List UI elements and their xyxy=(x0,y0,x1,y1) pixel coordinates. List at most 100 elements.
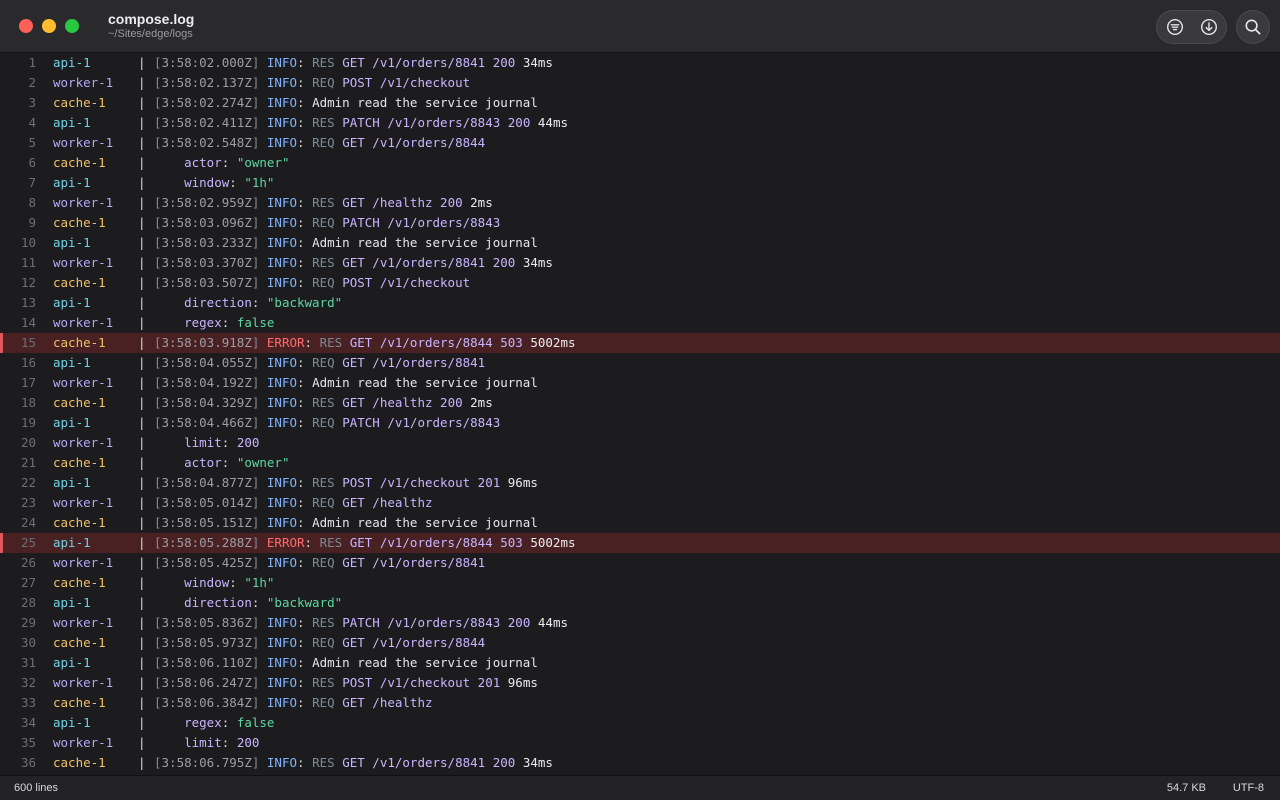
line-number: 26 xyxy=(20,555,36,570)
duration: 2ms xyxy=(470,195,493,210)
log-line[interactable]: 24 cache-1 | [3:58:05.151Z] INFO: Admin rea… xyxy=(0,513,1280,533)
line-number: 19 xyxy=(20,415,36,430)
minimize-window-button[interactable] xyxy=(42,19,56,33)
request-path: /v1/checkout xyxy=(379,475,471,490)
status-code: 201 xyxy=(477,475,501,490)
log-line[interactable]: 2 worker-1 | [3:58:02.137Z] INFO: REQ POST … xyxy=(0,73,1280,93)
separator: | xyxy=(138,595,146,610)
field-key: window xyxy=(184,175,230,190)
log-line[interactable]: 31 api-1 | [3:58:06.110Z] INFO: Admin read … xyxy=(0,653,1280,673)
log-line[interactable]: 27 cache-1 | window: "1h" xyxy=(0,573,1280,593)
log-level: INFO xyxy=(266,195,298,210)
request-path: /v1/orders/8844 xyxy=(372,635,486,650)
log-text: Admin read the service journal xyxy=(312,655,538,670)
log-line[interactable]: 18 cache-1 | [3:58:04.329Z] INFO: RES GET /… xyxy=(0,393,1280,413)
log-line[interactable]: 10 api-1 | [3:58:03.233Z] INFO: Admin read … xyxy=(0,233,1280,253)
log-line[interactable]: 4 api-1 | [3:58:02.411Z] INFO: RES PATCH /v… xyxy=(0,113,1280,133)
log-line[interactable]: 3 cache-1 | [3:58:02.274Z] INFO: Admin read… xyxy=(0,93,1280,113)
log-line[interactable]: 6 cache-1 | actor: "owner" xyxy=(0,153,1280,173)
bracket: ] xyxy=(251,275,260,290)
separator: | xyxy=(138,675,146,690)
http-method: GET xyxy=(349,335,373,350)
log-line[interactable]: 9 cache-1 | [3:58:03.096Z] INFO: REQ PATCH … xyxy=(0,213,1280,233)
log-level: INFO xyxy=(266,635,298,650)
field-value: 200 xyxy=(236,735,260,750)
log-line[interactable]: 14 worker-1 | regex: false xyxy=(0,313,1280,333)
bracket: [ xyxy=(154,615,162,630)
line-number: 34 xyxy=(20,715,36,730)
line-number: 10 xyxy=(20,235,36,250)
field-key: window xyxy=(184,575,230,590)
log-message: [3:58:02.137Z] INFO: REQ POST /v1/checko… xyxy=(154,75,471,90)
log-line[interactable]: 23 worker-1 | [3:58:05.014Z] INFO: REQ GET … xyxy=(0,493,1280,513)
request-path: /v1/checkout xyxy=(379,675,471,690)
service-name: api-1 xyxy=(53,295,91,310)
log-line[interactable]: 17 worker-1 | [3:58:04.192Z] INFO: Admin re… xyxy=(0,373,1280,393)
service-name: api-1 xyxy=(53,715,91,730)
request-path: /v1/orders/8843 xyxy=(387,615,501,630)
line-number: 6 xyxy=(28,155,36,170)
maximize-window-button[interactable] xyxy=(65,19,79,33)
separator: | xyxy=(138,615,146,630)
event-type: REQ xyxy=(312,75,335,90)
log-line[interactable]: 12 cache-1 | [3:58:03.507Z] INFO: REQ POST … xyxy=(0,273,1280,293)
request-path: /v1/orders/8844 xyxy=(372,135,486,150)
close-window-button[interactable] xyxy=(19,19,33,33)
log-line[interactable]: 8 worker-1 | [3:58:02.959Z] INFO: RES GET /… xyxy=(0,193,1280,213)
service-name: api-1 xyxy=(53,55,91,70)
field-value: "owner" xyxy=(236,455,290,470)
log-line[interactable]: 11 worker-1 | [3:58:03.370Z] INFO: RES GET … xyxy=(0,253,1280,273)
bracket: [ xyxy=(154,395,162,410)
log-message: [3:58:05.973Z] INFO: REQ GET /v1/orders/… xyxy=(154,635,486,650)
separator: | xyxy=(138,475,146,490)
log-line[interactable]: 26 worker-1 | [3:58:05.425Z] INFO: REQ GET … xyxy=(0,553,1280,573)
log-line[interactable]: 1 api-1 | [3:58:02.000Z] INFO: RES GET /v1/… xyxy=(0,53,1280,73)
log-line[interactable]: 20 worker-1 | limit: 200 xyxy=(0,433,1280,453)
log-line[interactable]: 21 cache-1 | actor: "owner" xyxy=(0,453,1280,473)
log-line[interactable]: 5 worker-1 | [3:58:02.548Z] INFO: REQ GET /… xyxy=(0,133,1280,153)
line-number: 23 xyxy=(20,495,36,510)
log-message: [3:58:03.507Z] INFO: REQ POST /v1/checko… xyxy=(154,275,471,290)
request-path: /v1/checkout xyxy=(379,275,471,290)
event-type: REQ xyxy=(312,135,335,150)
field-key: actor xyxy=(184,455,222,470)
bracket: [ xyxy=(154,375,162,390)
search-icon xyxy=(1245,19,1261,35)
log-level: INFO xyxy=(266,75,298,90)
log-line[interactable]: 16 api-1 | [3:58:04.055Z] INFO: REQ GET /v1… xyxy=(0,353,1280,373)
field-value: false xyxy=(236,315,275,330)
filter-button[interactable] xyxy=(1158,11,1192,43)
log-line-error[interactable]: 25 api-1 | [3:58:05.288Z] ERROR: RES GET /v… xyxy=(0,533,1280,553)
log-line[interactable]: 36 cache-1 | [3:58:06.795Z] INFO: RES GET /… xyxy=(0,753,1280,773)
log-message: direction: "backward" xyxy=(184,295,343,310)
duration: 34ms xyxy=(522,755,553,770)
log-level: INFO xyxy=(266,675,298,690)
log-line[interactable]: 22 api-1 | [3:58:04.877Z] INFO: RES POST /v… xyxy=(0,473,1280,493)
log-line[interactable]: 35 worker-1 | limit: 200 xyxy=(0,733,1280,753)
log-viewer[interactable]: 1 api-1 | [3:58:02.000Z] INFO: RES GET /v1/… xyxy=(0,53,1280,775)
log-level: INFO xyxy=(266,275,298,290)
log-line[interactable]: 7 api-1 | window: "1h" xyxy=(0,173,1280,193)
log-line[interactable]: 13 api-1 | direction: "backward" xyxy=(0,293,1280,313)
service-name: api-1 xyxy=(53,595,91,610)
line-number: 4 xyxy=(28,115,36,130)
service-name: worker-1 xyxy=(53,255,114,270)
log-line[interactable]: 19 api-1 | [3:58:04.466Z] INFO: REQ PATCH /… xyxy=(0,413,1280,433)
log-line[interactable]: 33 cache-1 | [3:58:06.384Z] INFO: REQ GET /… xyxy=(0,693,1280,713)
log-line[interactable]: 34 api-1 | regex: false xyxy=(0,713,1280,733)
log-line-error[interactable]: 15 cache-1 | [3:58:03.918Z] ERROR: RES GET … xyxy=(0,333,1280,353)
log-line[interactable]: 29 worker-1 | [3:58:05.836Z] INFO: RES PATC… xyxy=(0,613,1280,633)
timestamp: 3:58:04.877Z xyxy=(161,475,252,490)
log-message: [3:58:02.000Z] INFO: RES GET /v1/orders/… xyxy=(154,55,553,70)
log-line[interactable]: 30 cache-1 | [3:58:05.973Z] INFO: REQ GET /… xyxy=(0,633,1280,653)
status-code: 200 xyxy=(492,255,516,270)
log-line[interactable]: 32 worker-1 | [3:58:06.247Z] INFO: RES POST… xyxy=(0,673,1280,693)
search-button[interactable] xyxy=(1236,10,1270,44)
event-type: REQ xyxy=(312,275,335,290)
log-line[interactable]: 28 api-1 | direction: "backward" xyxy=(0,593,1280,613)
status-code: 200 xyxy=(440,395,463,410)
log-level: ERROR xyxy=(266,335,305,350)
download-button[interactable] xyxy=(1192,11,1226,43)
bracket: [ xyxy=(154,475,162,490)
title-bar: compose.log ~/Sites/edge/logs xyxy=(0,0,1280,53)
